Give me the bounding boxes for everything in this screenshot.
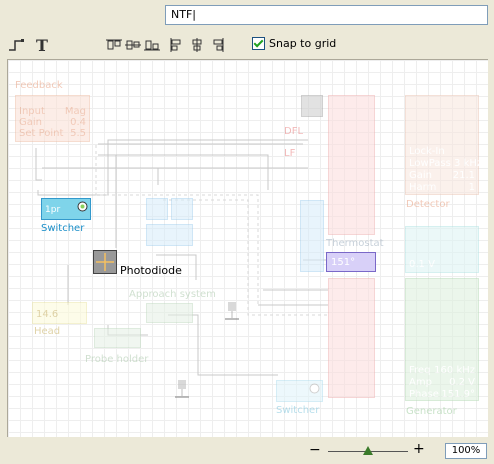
generator-amp-label: Amp xyxy=(409,377,432,388)
snap-label: Snap to grid xyxy=(269,37,337,50)
switcher2-block[interactable] xyxy=(276,380,323,402)
thermostat-input-block[interactable] xyxy=(300,200,324,272)
align-top-icon[interactable] xyxy=(105,38,123,52)
generator-phase-label: Phase xyxy=(409,389,439,400)
detector-block[interactable]: Lock-In LowPass 3 kHz Gain 21.1 Harm 1 xyxy=(405,95,483,195)
zoom-slider-thumb[interactable] xyxy=(363,446,373,455)
zoom-in-button[interactable]: + xyxy=(413,441,427,457)
detector-line1: Lock-In xyxy=(409,146,445,157)
feedback-setpoint-label: Set Point xyxy=(19,128,64,139)
generator-phase-value: 151.9° xyxy=(441,389,475,400)
feedback-setpoint-value: 5.5 xyxy=(70,128,86,139)
module-block-2[interactable] xyxy=(171,198,193,220)
align-left-icon[interactable] xyxy=(170,38,184,52)
display-value: 0.1 V xyxy=(409,259,435,270)
switcher-label: Switcher xyxy=(41,223,85,234)
align-center-icon[interactable] xyxy=(190,38,204,52)
thermostat-label: Thermostat xyxy=(326,238,384,249)
switcher2-toggle-icon[interactable] xyxy=(309,383,320,394)
zoom-level-field[interactable]: 100% xyxy=(445,443,487,459)
detector-label: Detector xyxy=(406,199,450,210)
photodiode-block[interactable] xyxy=(93,250,117,274)
detector-gain-label: Gain xyxy=(409,170,432,181)
switcher-content: 1pr xyxy=(45,205,61,215)
detector-gain-value: 21.1 xyxy=(452,170,475,181)
ground-icon xyxy=(225,302,239,320)
switcher-block[interactable]: 1pr xyxy=(41,198,91,220)
search-input[interactable]: NTF| xyxy=(165,5,488,25)
probe-holder-label: Probe holder xyxy=(85,354,149,365)
generator-block[interactable]: Freq 160 kHz Amp 0.2 V Phase 151.9° xyxy=(405,278,479,401)
source-block[interactable] xyxy=(301,95,323,117)
display-block[interactable]: 0.1 V xyxy=(405,226,479,273)
probe-holder-block[interactable] xyxy=(94,328,141,348)
approach-label: Approach system xyxy=(129,289,216,300)
detector-harm-value: 1 xyxy=(468,182,475,193)
detector-line2: LowPass 3 kHz xyxy=(409,158,483,169)
ground-icon-2 xyxy=(175,380,189,398)
module-block-3[interactable] xyxy=(146,224,193,246)
feedback-input-value: Mag xyxy=(64,106,86,117)
detector-harm-label: Harm xyxy=(409,182,437,193)
feedback-title: Feedback xyxy=(15,80,63,91)
generator-amp-value: 0.2 V xyxy=(449,377,475,388)
text-tool-icon[interactable]: T xyxy=(35,36,49,55)
zoom-out-button[interactable]: − xyxy=(309,442,323,458)
feedback-gain-label: Gain xyxy=(19,117,42,128)
generator-freq-label: Freq xyxy=(409,365,431,376)
generator-freq-value: 160 kHz xyxy=(434,365,475,376)
snap-checkbox[interactable] xyxy=(252,37,265,50)
photodiode-label: Photodiode xyxy=(120,264,182,277)
feedback-block[interactable]: Input Mag Gain 0.4 Set Point 5.5 xyxy=(15,95,90,142)
feedback-gain-value: 0.4 xyxy=(70,117,86,128)
dfl-label: DFL xyxy=(284,126,304,137)
lf-label: LF xyxy=(284,148,296,159)
schematic-canvas[interactable]: Feedback Input Mag Gain 0.4 Set Point 5.… xyxy=(7,59,488,437)
feedback-input-label: Input xyxy=(19,106,45,117)
thermostat-block[interactable]: 151° xyxy=(326,252,376,272)
align-bottom-icon[interactable] xyxy=(143,38,161,52)
switcher2-label: Switcher xyxy=(276,405,320,416)
wire-icon[interactable] xyxy=(8,38,26,52)
switcher-toggle-icon[interactable] xyxy=(77,201,88,212)
align-right-icon[interactable] xyxy=(210,38,224,52)
head-label: Head xyxy=(34,326,61,337)
module-block-1[interactable] xyxy=(146,198,168,220)
align-middle-icon[interactable] xyxy=(124,38,142,52)
lockin-input-block[interactable] xyxy=(328,95,375,235)
head-value: 14.6 xyxy=(36,309,59,320)
generator-label: Generator xyxy=(406,406,457,417)
snap-to-grid[interactable]: Snap to grid xyxy=(252,37,336,50)
approach-block[interactable] xyxy=(146,303,193,323)
thermostat-value: 151° xyxy=(331,257,356,268)
head-block[interactable]: 14.6 xyxy=(32,302,87,324)
generator-input-block[interactable] xyxy=(328,278,375,398)
